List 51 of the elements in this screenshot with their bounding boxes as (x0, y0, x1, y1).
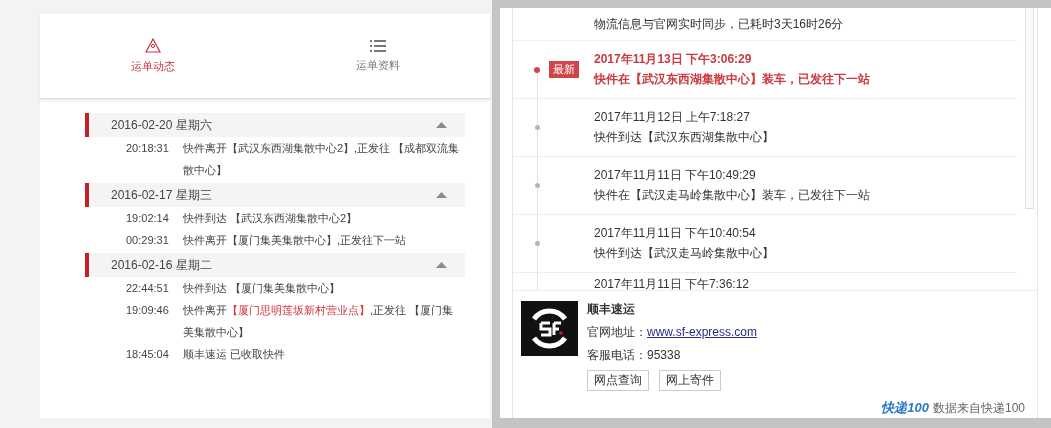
entry-datetime: 2017年11月13日 下午3:06:29 (594, 51, 753, 68)
collapse-caret-icon[interactable] (436, 122, 447, 128)
event-description: 顺丰速运 已收取快件 (183, 347, 287, 362)
date-header[interactable]: 2016-02-20 星期六 (85, 113, 465, 137)
entry-description: 快件在【武汉东西湖集散中心】装车，已发往下一站 (594, 71, 870, 88)
event-description: 快件离开【武汉东西湖集散中心2】,正发往 【成都双流集散中心】 (183, 141, 461, 178)
event-time: 19:02:14 (126, 211, 170, 226)
collapse-caret-icon[interactable] (436, 262, 447, 268)
date-label: 2016-02-20 星期六 (111, 116, 213, 134)
sync-note: 物流信息与官网实时同步，已耗时3天16时26分 (594, 15, 844, 33)
entry-description: 快件在【武汉走马岭集散中心】装车，已发往下一站 (594, 187, 870, 204)
collapse-caret-icon[interactable] (436, 192, 447, 198)
date-label: 2016-02-17 星期三 (111, 186, 213, 204)
date-header[interactable]: 2016-02-17 星期三 (85, 183, 465, 207)
company-name: 顺丰速运 (587, 301, 636, 318)
phone-label: 客服电话： (587, 348, 647, 362)
action-button[interactable]: 网点查询 (587, 370, 649, 391)
event-time: 18:45:04 (126, 347, 170, 362)
latest-badge: 最新 (549, 61, 579, 78)
website-label: 官网地址： (587, 325, 647, 339)
event-description: 快件离开【厦门集美集散中心】,正发往下一站 (183, 233, 408, 248)
entry-datetime: 2017年11月11日 下午10:40:54 (594, 225, 757, 242)
list-icon (369, 39, 386, 52)
entry-datetime: 2017年11月11日 下午10:49:29 (594, 167, 757, 184)
date-label: 2016-02-16 星期二 (111, 256, 213, 274)
event-description: 快件离开【厦门思明莲坂新村营业点】,正发往 【厦门集美集散中心】 (183, 303, 455, 340)
event-description: 快件到达 【厦门集美集散中心】 (183, 281, 342, 296)
entry-description: 快件到达【武汉东西湖集散中心】 (594, 129, 774, 146)
tab[interactable]: 运单动态 (40, 14, 265, 98)
event-time: 19:09:46 (126, 303, 170, 318)
entry-description: 快件到达【武汉走马岭集散中心】 (594, 245, 774, 262)
event-time: 00:29:31 (126, 233, 170, 248)
event-time: 20:18:31 (126, 141, 170, 156)
event-description: 快件到达 【武汉东西湖集散中心2】 (183, 211, 359, 226)
brand-logo: 快递100 (881, 399, 929, 417)
warning-icon (144, 38, 161, 53)
action-button[interactable]: 网上寄件 (659, 370, 721, 391)
website-link[interactable]: www.sf-express.com (647, 325, 758, 339)
courier-logo (521, 301, 578, 356)
timeline-dot (535, 241, 540, 246)
entry-datetime: 2017年11月12日 上午7:18:27 (594, 109, 751, 126)
event-time: 22:44:51 (126, 281, 170, 296)
timeline-dot (535, 125, 540, 130)
data-source-note: 数据来自快递100 (932, 399, 1025, 417)
entry-datetime: 2017年11月11日 下午7:36:12 (594, 276, 749, 290)
date-header[interactable]: 2016-02-16 星期二 (85, 253, 465, 277)
timeline-dot (535, 183, 540, 188)
scrollbar[interactable] (1025, 8, 1034, 209)
timeline-dot (534, 66, 540, 73)
tab[interactable]: 运单资料 (265, 14, 490, 98)
phone-number: 95338 (647, 348, 681, 362)
